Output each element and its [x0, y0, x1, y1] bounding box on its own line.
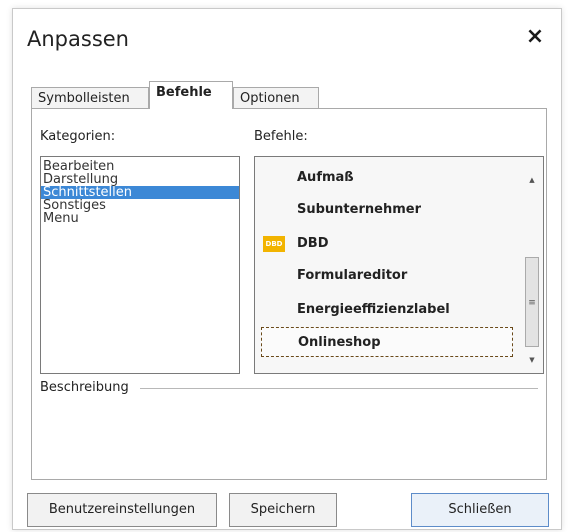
- commands-list[interactable]: Aufmaß Subunternehmer DBD DBD Formulared…: [254, 156, 544, 374]
- user-settings-button[interactable]: Benutzereinstellungen: [27, 493, 217, 527]
- command-label: Aufmaß: [297, 170, 354, 185]
- dbd-icon: DBD: [263, 236, 285, 252]
- scroll-thumb[interactable]: ≡: [525, 257, 539, 347]
- scroll-down-icon[interactable]: ▼: [523, 353, 541, 367]
- command-item[interactable]: DBD DBD: [261, 229, 513, 259]
- command-item[interactable]: Aufmaß: [261, 163, 513, 193]
- commands-label: Befehle:: [254, 129, 308, 144]
- category-item[interactable]: Menu: [41, 212, 239, 225]
- commands-scrollbar[interactable]: ▲ ≡ ▼: [523, 161, 541, 369]
- categories-label: Kategorien:: [40, 129, 116, 144]
- command-item[interactable]: Energieeffizienzlabel: [261, 295, 513, 325]
- description-divider: [140, 388, 538, 389]
- command-label: Formulareditor: [297, 268, 408, 283]
- command-label: Energieeffizienzlabel: [297, 302, 450, 317]
- command-item[interactable]: Subunternehmer: [261, 195, 513, 225]
- commands-panel: Kategorien: Befehle: Bearbeiten Darstell…: [31, 108, 547, 480]
- customize-dialog: Anpassen × Symbolleisten Befehle Optione…: [12, 8, 562, 530]
- description-label: Beschreibung: [40, 380, 129, 395]
- close-button[interactable]: Schließen: [411, 493, 549, 527]
- command-item[interactable]: Formulareditor: [261, 261, 513, 291]
- tab-symbolleisten[interactable]: Symbolleisten: [31, 87, 149, 109]
- tab-befehle[interactable]: Befehle: [149, 81, 233, 109]
- command-label: Subunternehmer: [297, 202, 421, 217]
- command-label: DBD: [297, 236, 329, 251]
- command-item-selected[interactable]: Onlineshop: [261, 327, 513, 357]
- grip-icon: ≡: [528, 298, 536, 308]
- dialog-title: Anpassen: [27, 27, 129, 51]
- tab-optionen[interactable]: Optionen: [233, 87, 319, 109]
- save-button[interactable]: Speichern: [229, 493, 337, 527]
- categories-list[interactable]: Bearbeiten Darstellung Schnittstellen So…: [40, 156, 240, 374]
- scroll-up-icon[interactable]: ▲: [523, 173, 541, 187]
- close-icon[interactable]: ×: [523, 25, 547, 49]
- command-label: Onlineshop: [298, 335, 381, 350]
